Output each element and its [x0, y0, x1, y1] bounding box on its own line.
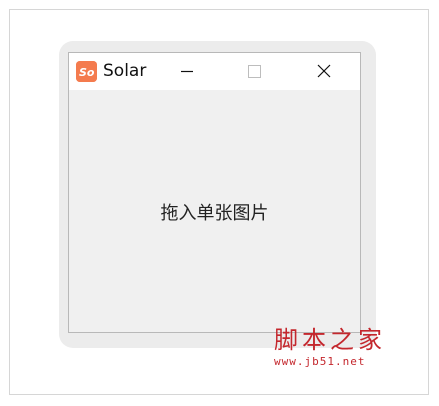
maximize-icon	[248, 65, 261, 78]
watermark-url: www.jb51.net	[274, 355, 366, 368]
minimize-icon	[181, 70, 193, 73]
solar-app-icon: So	[76, 61, 97, 82]
window-title: Solar	[103, 61, 147, 81]
close-button[interactable]	[301, 53, 347, 90]
app-window[interactable]: So Solar 拖入单张图片	[68, 52, 361, 333]
minimize-button[interactable]	[164, 53, 210, 90]
watermark-name: 脚本之家	[274, 326, 386, 354]
maximize-button[interactable]	[232, 53, 278, 90]
drop-zone-hint[interactable]: 拖入单张图片	[69, 199, 360, 225]
close-icon	[317, 64, 331, 78]
site-watermark: 脚本之家 www.jb51.net	[274, 326, 404, 368]
title-bar[interactable]: So Solar	[69, 53, 360, 90]
svg-text:So: So	[79, 66, 95, 79]
